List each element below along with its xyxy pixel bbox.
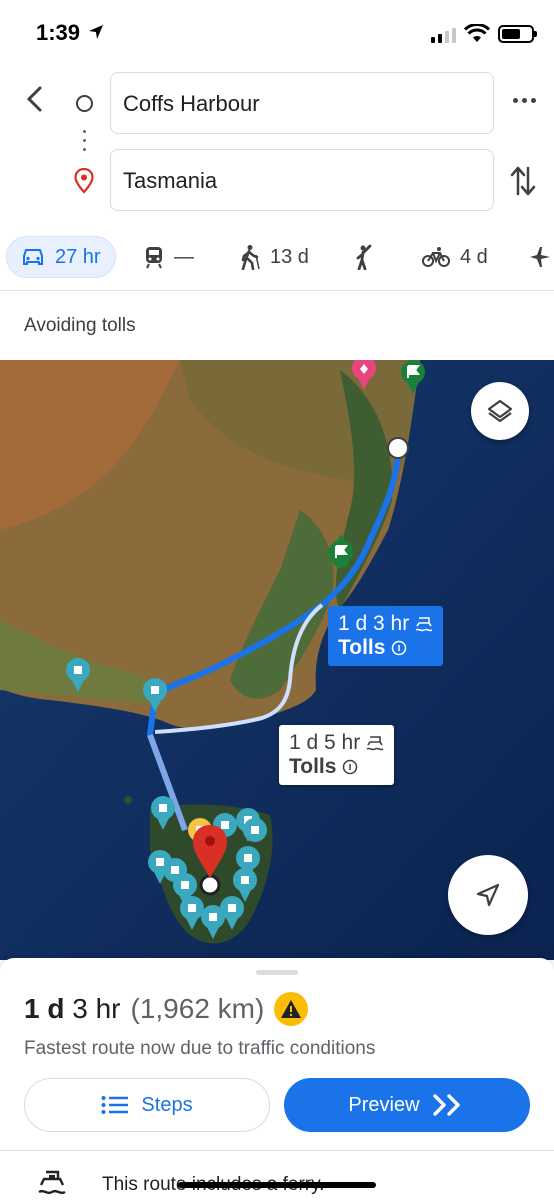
swap-directions-icon[interactable]: [510, 164, 536, 198]
mode-drive-label: 27 hr: [55, 245, 101, 268]
mode-ridehail-tab[interactable]: [352, 236, 374, 278]
wifi-icon: [464, 24, 490, 42]
duration-hours: 3 hr: [72, 993, 121, 1024]
ferry-icon: [366, 736, 384, 751]
toll-icon: [343, 759, 358, 775]
route-subtitle: Fastest route now due to traffic conditi…: [24, 1038, 376, 1059]
airplane-icon: [530, 247, 550, 267]
route-distance: (1,962 km): [130, 993, 265, 1024]
origin-marker[interactable]: [387, 437, 409, 459]
mode-flight-tab[interactable]: [528, 236, 552, 278]
duration-days: 1 d: [24, 993, 65, 1024]
destination-field[interactable]: Tasmania: [110, 149, 494, 211]
double-chevron-right-icon: [432, 1094, 460, 1116]
steps-button[interactable]: Steps: [24, 1078, 270, 1132]
map-layers-button[interactable]: [471, 382, 529, 440]
alternate-route-time: 1 d 5 hr: [289, 731, 361, 754]
primary-route-time: 1 d 3 hr: [338, 612, 410, 635]
alternate-route-callout[interactable]: 1 d 5 hr Tolls: [279, 725, 395, 786]
battery-icon: [498, 25, 537, 43]
location-arrow-icon: [89, 25, 103, 39]
preview-button[interactable]: Preview: [284, 1078, 530, 1132]
travel-mode-bar: 27 hr — 13 d 4 d: [0, 230, 554, 288]
primary-route-callout[interactable]: 1 d 3 hr Tolls: [328, 606, 444, 667]
mode-cycle-tab[interactable]: 4 d: [422, 236, 488, 278]
mode-walk-tab[interactable]: 13 d: [240, 236, 309, 278]
ferry-icon: [38, 1170, 66, 1195]
divider: [0, 290, 554, 291]
divider: [0, 1150, 554, 1151]
train-icon: [146, 247, 162, 269]
layers-icon: [487, 399, 513, 423]
back-arrow-icon[interactable]: [20, 84, 50, 114]
map-view[interactable]: 1 d 3 hr Tolls 1 d 5 hr Tolls: [0, 360, 554, 960]
my-location-button[interactable]: [448, 855, 528, 935]
origin-circle-icon: [76, 95, 93, 112]
mode-drive-tab[interactable]: 27 hr: [6, 236, 116, 278]
mode-walk-label: 13 d: [270, 245, 309, 268]
cellular-signal-icon: [431, 28, 456, 43]
primary-route-tolls: Tolls: [338, 636, 386, 660]
more-options-icon[interactable]: [513, 98, 536, 103]
list-icon: [101, 1096, 129, 1114]
toll-icon: [392, 640, 407, 656]
route-options-text[interactable]: Avoiding tolls: [24, 315, 136, 337]
alternate-route-tolls: Tolls: [289, 755, 337, 779]
mode-transit-tab[interactable]: —: [144, 236, 194, 278]
preview-label: Preview: [348, 1093, 420, 1116]
origin-field[interactable]: Coffs Harbour: [110, 72, 494, 134]
directions-header: Coffs Harbour Tasmania: [0, 60, 554, 230]
status-time: 1:39: [36, 20, 81, 45]
bicycle-icon: [422, 247, 450, 267]
mode-cycle-label: 4 d: [460, 245, 488, 268]
route-duration: 1 d 3 hr (1,962 km): [24, 992, 309, 1026]
car-icon: [23, 249, 43, 265]
walking-icon: [241, 245, 260, 270]
navigation-arrow-icon: [476, 883, 500, 907]
steps-label: Steps: [141, 1093, 193, 1116]
ride-hail-icon: [356, 244, 372, 270]
warning-icon[interactable]: [274, 992, 309, 1026]
mode-transit-label: —: [174, 245, 194, 268]
home-indicator[interactable]: [178, 1182, 376, 1188]
ferry-icon: [415, 617, 433, 632]
sheet-drag-handle[interactable]: [256, 970, 298, 975]
status-bar: 1:39: [0, 0, 554, 64]
route-connector-dots: [83, 130, 86, 151]
route-summary-sheet[interactable]: 1 d 3 hr (1,962 km) Fastest route now du…: [0, 958, 554, 1200]
destination-pin-icon: [74, 168, 94, 194]
